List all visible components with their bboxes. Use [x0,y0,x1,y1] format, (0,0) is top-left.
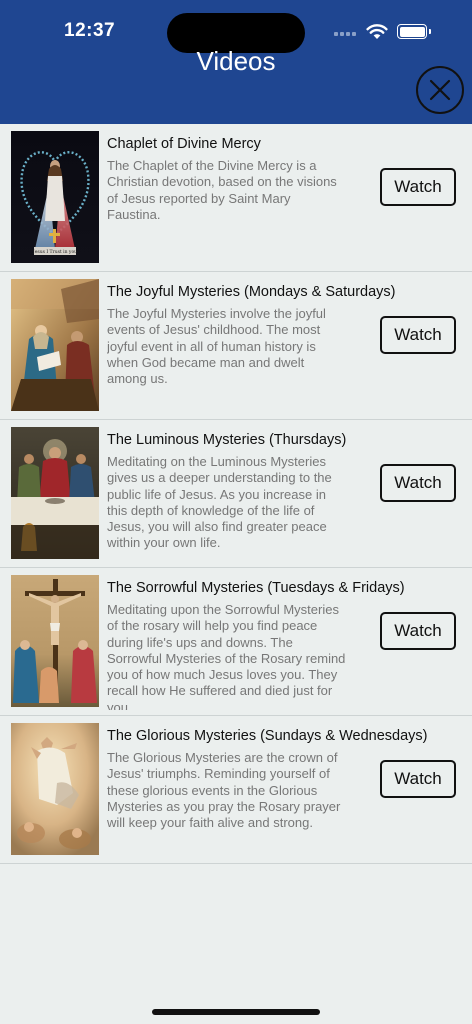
battery-icon [397,24,431,39]
status-time: 12:37 [64,20,116,41]
video-list: Jesus I Trust in you Chaplet of Divine M… [0,124,472,864]
video-title: The Joyful Mysteries (Mondays & Saturday… [107,284,396,300]
video-title: The Luminous Mysteries (Thursdays) [107,432,347,448]
video-row: The Sorrowful Mysteries (Tuesdays & Frid… [0,568,472,716]
video-title: Chaplet of Divine Mercy [107,136,261,152]
video-title: The Sorrowful Mysteries (Tuesdays & Frid… [107,580,405,596]
cellular-signal-icon [334,32,356,36]
wifi-icon [366,24,388,39]
watch-button[interactable]: Watch [380,464,456,502]
video-row: Jesus I Trust in you Chaplet of Divine M… [0,124,472,272]
video-description: The Chaplet of the Divine Mercy is a Chr… [107,158,337,222]
header-bar: 12:37 Videos [0,0,472,124]
thumbnail-caption: Jesus I Trust in you [32,249,77,255]
watch-button[interactable]: Watch [380,612,456,650]
video-description: The Glorious Mysteries are the crown of … [107,750,341,831]
divine-mercy-image: Jesus I Trust in you [11,131,99,263]
page-title: Videos [196,46,276,76]
watch-button[interactable]: Watch [380,316,456,354]
video-title: The Glorious Mysteries (Sundays & Wednes… [107,728,428,744]
video-description: The Joyful Mysteries involve the joyful … [107,306,326,387]
video-row: The Luminous Mysteries (Thursdays) Medit… [0,420,472,568]
close-button[interactable] [416,66,464,114]
ascension-image [11,723,99,855]
video-row: The Glorious Mysteries (Sundays & Wednes… [0,716,472,864]
watch-button[interactable]: Watch [380,168,456,206]
home-indicator[interactable] [152,1009,320,1015]
video-description: Meditating upon the Sorrowful Mysteries … [107,602,346,710]
crucifixion-image [11,575,99,707]
video-description: Meditating on the Luminous Mysteries giv… [107,454,332,551]
video-row: The Joyful Mysteries (Mondays & Saturday… [0,272,472,420]
nativity-image [11,279,99,411]
watch-button[interactable]: Watch [380,760,456,798]
close-icon [429,79,451,101]
last-supper-image [11,427,99,559]
